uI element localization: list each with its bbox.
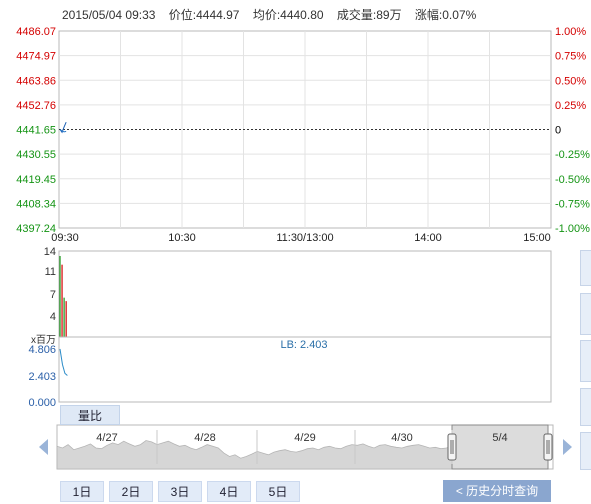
percent-y-tick-label: 0.25% — [555, 100, 586, 112]
price-y-tick-label: 4474.97 — [16, 51, 56, 63]
navigator-date-label: 4/30 — [391, 432, 412, 444]
percent-y-tick-label: -1.00% — [555, 223, 590, 235]
percent-y-tick-label: 0.50% — [555, 75, 586, 87]
day-button-5[interactable]: 5日 — [256, 481, 300, 502]
volume-y-tick-label: 14 — [44, 246, 56, 258]
navigator-date-label: 4/27 — [96, 432, 117, 444]
volume-y-tick-label: 4 — [50, 311, 56, 323]
navigator-right-handle[interactable] — [543, 433, 553, 461]
price-y-tick-label: 4408.34 — [16, 198, 56, 210]
side-tab-3[interactable] — [580, 340, 591, 382]
navigator-date-label: 4/28 — [194, 432, 215, 444]
percent-y-tick-label: -0.75% — [555, 198, 590, 210]
navigator-scroll-left-icon[interactable] — [39, 439, 48, 455]
price-y-tick-label: 4397.24 — [16, 223, 56, 235]
time-x-tick-label: 14:00 — [414, 232, 442, 244]
volume-y-tick-label: 11 — [45, 266, 56, 278]
side-tab-4[interactable] — [580, 388, 591, 426]
percent-y-tick-label: 0 — [555, 125, 561, 137]
time-x-tick-label: 11:30/13:00 — [276, 232, 333, 244]
navigator-date-label: 5/4 — [492, 432, 507, 444]
price-y-tick-label: 4486.07 — [16, 26, 56, 38]
intraday-chart: 4486.07 1.00% 4474.97 0.75% 4463.86 0.50% 4452… — [16, 26, 590, 470]
day-button-2[interactable]: 2日 — [109, 481, 153, 502]
lb-y-tick-label: 4.806 — [28, 344, 56, 356]
side-tab-2[interactable] — [580, 293, 591, 335]
time-x-tick-label: 15:00 — [523, 232, 551, 244]
price-y-tick-label: 4419.45 — [16, 174, 56, 186]
volume-panel-frame — [58, 250, 552, 338]
side-tab-1[interactable] — [580, 250, 591, 286]
lb-y-tick-label: 0.000 — [28, 397, 56, 409]
percent-y-tick-label: -0.50% — [555, 174, 590, 186]
price-y-tick-label: 4430.55 — [16, 149, 56, 161]
day-button-3[interactable]: 3日 — [158, 481, 202, 502]
price-y-tick-label: 4452.76 — [16, 100, 56, 112]
navigator-left-handle[interactable] — [447, 433, 457, 461]
time-x-tick-label: 10:30 — [168, 232, 196, 244]
day-button-1[interactable]: 1日 — [60, 481, 104, 502]
volume-y-tick-label: 7 — [50, 289, 56, 301]
lb-value-label: LB: 2.403 — [280, 339, 327, 351]
day-button-4[interactable]: 4日 — [207, 481, 251, 502]
time-x-tick-label: 09:30 — [51, 232, 79, 244]
side-tab-5[interactable] — [580, 432, 591, 470]
history-query-button[interactable]: < 历史分时查询 — [443, 480, 551, 502]
lb-y-tick-label: 2.403 — [28, 371, 56, 383]
navigator-scroll-right-icon[interactable] — [563, 439, 572, 455]
price-y-tick-label: 4441.65 — [16, 125, 56, 137]
volume-ratio-tab[interactable]: 量比 — [60, 405, 120, 425]
price-y-tick-label: 4463.86 — [16, 75, 56, 87]
percent-y-tick-label: -0.25% — [555, 149, 590, 161]
navigator-date-label: 4/29 — [294, 432, 315, 444]
percent-y-tick-label: 0.75% — [555, 51, 586, 63]
percent-y-tick-label: 1.00% — [555, 26, 586, 38]
